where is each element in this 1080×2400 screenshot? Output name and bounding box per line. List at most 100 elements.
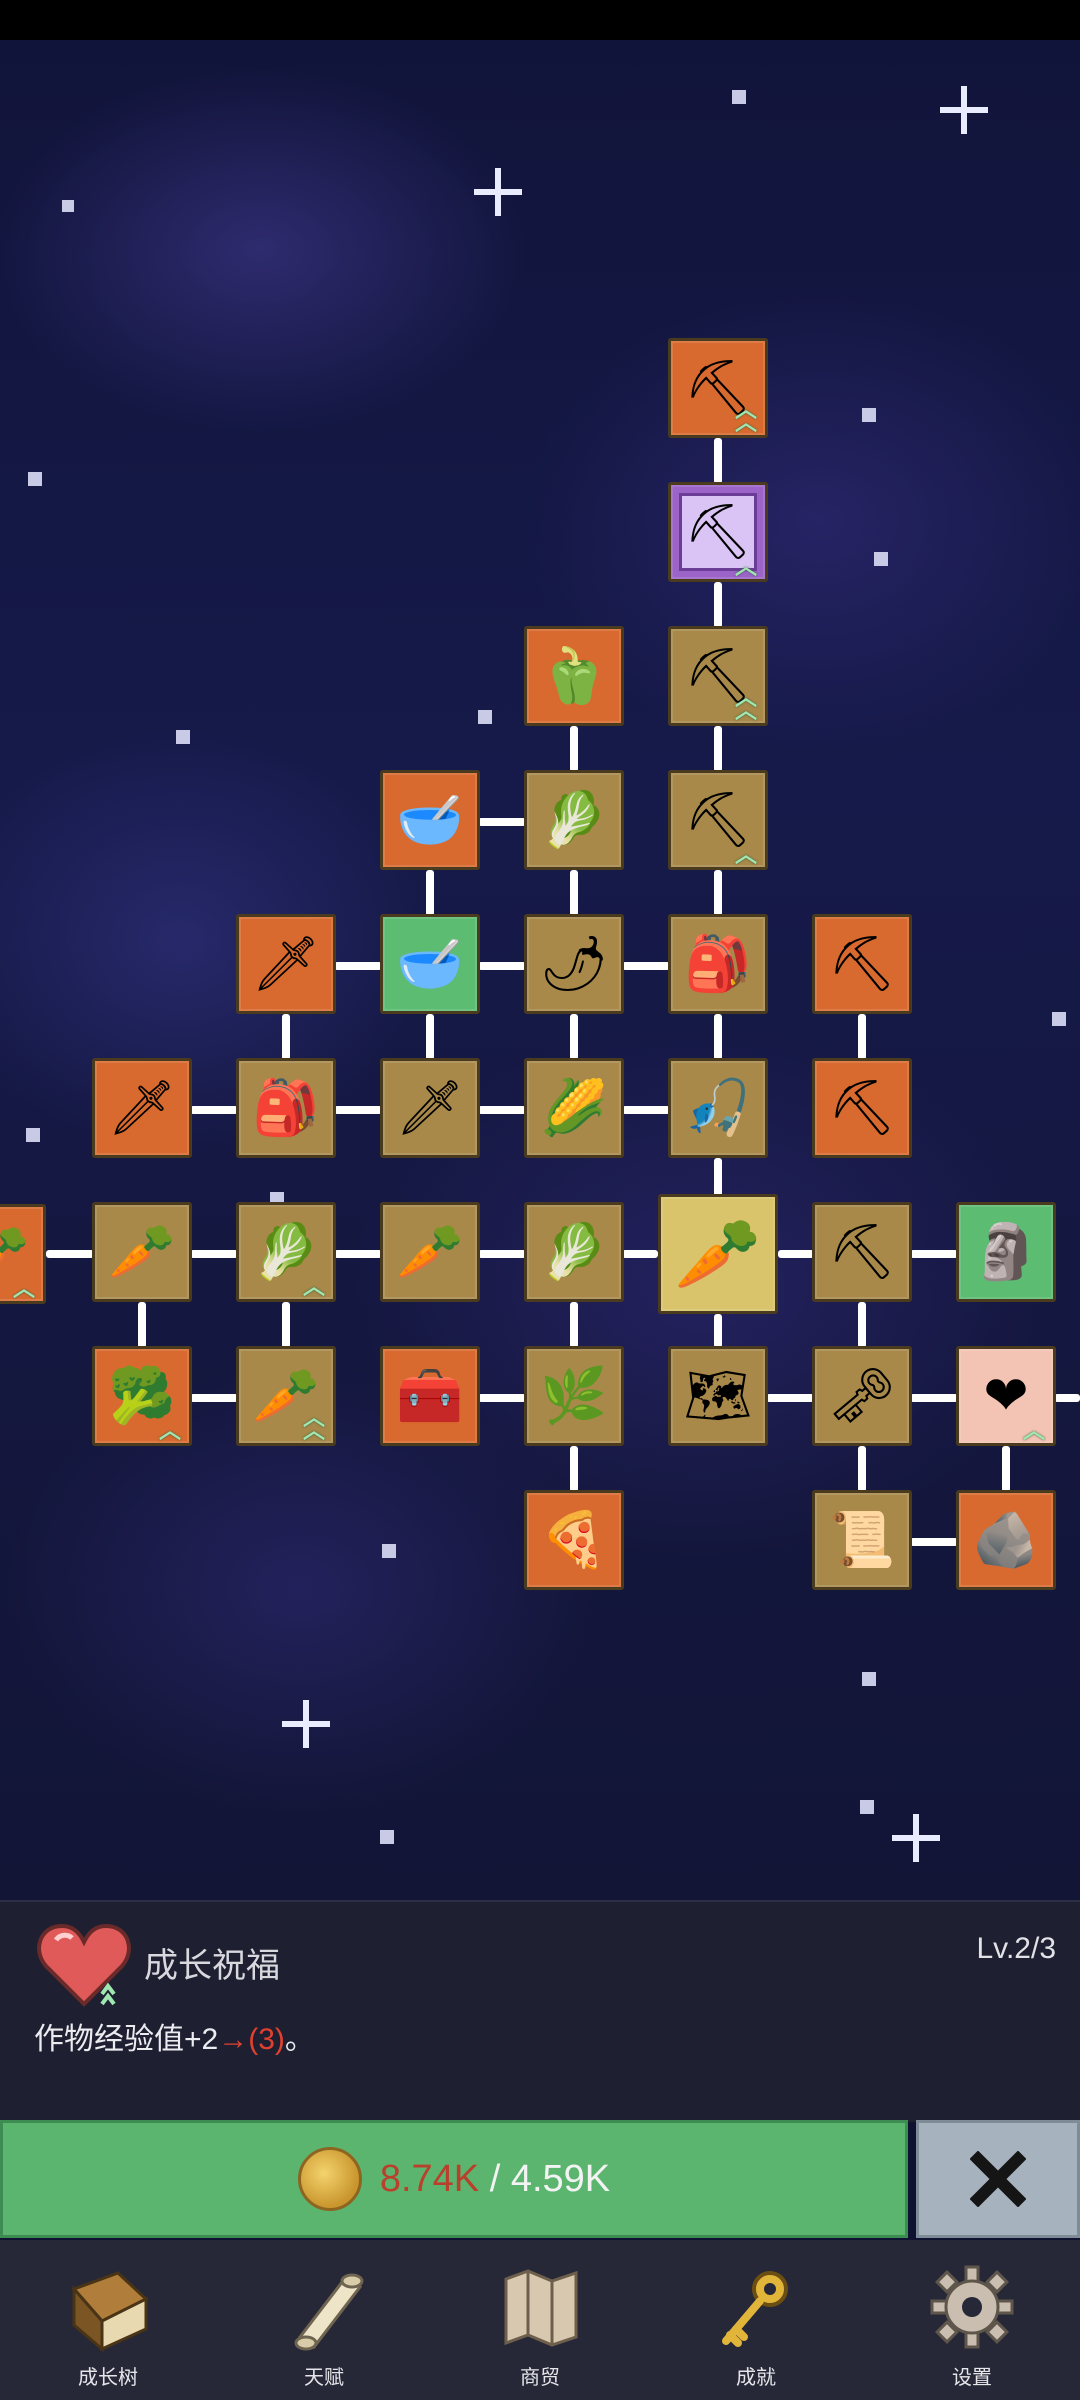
treasure-chest-icon: 🧰 [396,1366,464,1426]
description-suffix: 。 [284,2023,315,2056]
skill-node-map[interactable]: 🗺 [668,1346,768,1446]
skill-node-heart[interactable]: ❤ ︿ [956,1346,1056,1446]
skill-node-sword[interactable]: 🗡 [92,1058,192,1158]
skill-node-broccoli[interactable]: 🥦 ︿ [92,1346,192,1446]
upgrade-chevron-icon: ︿ ︿ [734,684,757,723]
upgrade-chevron-icon: ︿ [158,1417,181,1443]
skill-node-pizza[interactable]: 🍕 [524,1490,624,1590]
skill-node-shovel[interactable]: ⛏ ︿ ︿ [668,338,768,438]
skill-node-chili[interactable]: 🌶 [524,914,624,1014]
chili-icon: 🌶 [539,934,609,994]
cost-separator: / [479,2157,511,2200]
tree-link [910,1538,958,1546]
skill-node-backpack[interactable]: 🎒 [236,1058,336,1158]
skill-node-magic-shovel[interactable]: ⛏ ︿ [668,482,768,582]
skill-node-pickaxe[interactable]: ⛏ [812,1058,912,1158]
skill-node-scroll[interactable]: 📜 [812,1490,912,1590]
close-icon [970,2151,1026,2207]
skill-node-cabbage[interactable]: 🥬 [524,1202,624,1302]
tree-link [714,726,722,772]
skill-node-carrot[interactable]: 🥕︿ [0,1204,46,1304]
nav-label: 成就 [736,2367,776,2389]
tree-link [1002,1446,1010,1492]
skill-node-sword[interactable]: 🗡 [236,914,336,1014]
skill-node-radish[interactable]: 🥬 [524,770,624,870]
nav-item-talent[interactable]: 天赋 [244,2240,404,2400]
skill-node-fishing-rod[interactable]: 🎣 [668,1058,768,1158]
tree-link [190,1394,238,1402]
nav-item-growth-tree[interactable]: 成长树 [28,2240,188,2400]
skill-node-cabbage[interactable]: 🥬 ︿ [236,1202,336,1302]
pickaxe-icon: ⛏ [827,934,897,994]
tree-link [334,962,382,970]
sparkle-star [892,1814,940,1862]
tree-link [282,1014,290,1060]
skill-node-stone[interactable]: 🪨 [956,1490,1056,1590]
skill-node-bell-pepper[interactable]: 🫑 [524,626,624,726]
book-icon [71,2271,149,2353]
skill-node-leek[interactable]: 🌿 [524,1346,624,1446]
sword-icon: 🗡 [107,1078,177,1138]
tree-link [570,1446,578,1492]
star [862,1672,876,1686]
tree-link [1054,1394,1080,1402]
upgrade-button[interactable]: 8.74K / 4.59K [0,2120,908,2238]
sparkle-star [474,168,522,216]
skill-node-shovel[interactable]: ⛏ ︿ [668,770,768,870]
tree-link [426,1014,434,1060]
cabbage-icon: 🥬 [252,1222,320,1282]
star [732,90,746,104]
tree-link [778,1250,814,1258]
close-button[interactable] [916,2120,1080,2238]
skill-node-pickaxe[interactable]: ⛏ [812,1202,912,1302]
skill-node-statue[interactable]: 🗿 [956,1202,1056,1302]
status-bar [0,0,1080,40]
heart-icon [37,1923,131,2007]
skill-node-corn[interactable]: 🌽 [524,1058,624,1158]
star [874,552,888,566]
star [176,730,190,744]
skill-node-treasure-chest[interactable]: 🧰 [380,1346,480,1446]
description-next-value: (3) [248,2023,285,2056]
skill-node-key[interactable]: 🗝 [812,1346,912,1446]
tree-link [858,1302,866,1348]
shovel-icon: ⛏ [683,502,753,562]
nav-label: 商贸 [520,2367,560,2389]
corn-icon: 🌽 [540,1078,608,1138]
sword-icon: 🗡 [251,934,321,994]
skill-node-carrot[interactable]: 🥕 [380,1202,480,1302]
skill-tree-canvas[interactable]: 🥕︿ ⛏︿︿ ⛏︿ 🫑 ⛏︿︿ 🥣 🥬 ⛏︿ 🗡 🥣 🌶 🎒 ⛏ 🗡 🎒 🗡 🌽… [0,40,1080,1900]
sword-icon: 🗡 [395,1078,465,1138]
nav-item-settings[interactable]: 设置 [892,2240,1052,2400]
skill-node-pickaxe[interactable]: ⛏ [812,914,912,1014]
shovel-icon: ⛏ [683,790,753,850]
tree-link [478,1394,526,1402]
skill-description: 作物经验值+2→(3)。 [34,2014,315,2058]
tree-link [478,1106,526,1114]
skill-node-carrot[interactable]: 🥕 ︿ ︿ [236,1346,336,1446]
carrot-icon: 🥕 [674,1215,762,1293]
skill-node-bowl[interactable]: 🥣 [380,770,480,870]
skill-node-root-carrot[interactable]: 🥕 [658,1194,778,1314]
nav-item-achievements[interactable]: 成就 [676,2240,836,2400]
tree-link [570,1014,578,1060]
radish-icon: 🥬 [540,790,608,850]
gear-icon [930,2265,1014,2349]
skill-title: 成长祝福 [144,1947,280,1985]
description-text: 作物经验值+2 [34,2023,219,2056]
star [28,472,42,486]
skill-node-carrot[interactable]: 🥕 [92,1202,192,1302]
skill-node-sword[interactable]: 🗡 [380,1058,480,1158]
upgrade-chevron-icon: ︿ ︿ [734,396,757,435]
bowl-icon: 🥣 [396,934,464,994]
tree-link [478,818,526,826]
skill-node-shovel[interactable]: ⛏ ︿ ︿ [668,626,768,726]
skill-node-backpack[interactable]: 🎒 [668,914,768,1014]
skill-node-bowl[interactable]: 🥣 [380,914,480,1014]
tree-link [622,962,670,970]
nav-item-trade[interactable]: 商贸 [460,2240,620,2400]
star [26,1128,40,1142]
key-icon [722,2271,788,2347]
nav-label: 成长树 [78,2367,138,2389]
scroll-icon: 📜 [828,1510,896,1570]
